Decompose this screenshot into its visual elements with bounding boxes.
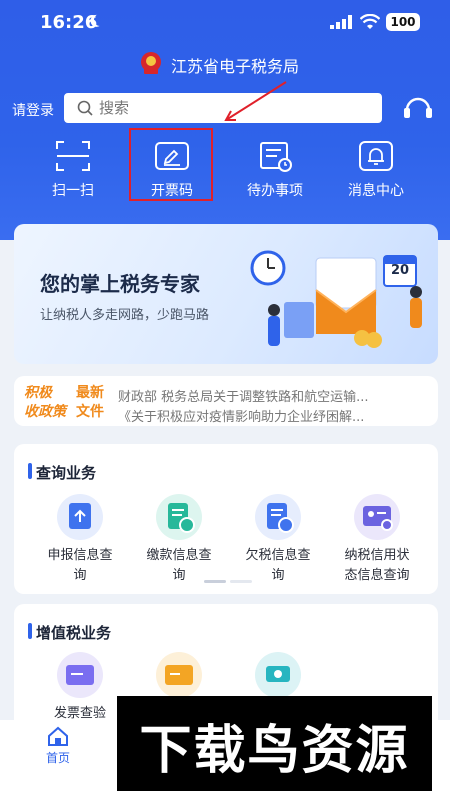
quick-scan[interactable]: 扫一扫 bbox=[23, 140, 123, 200]
promo-banner[interactable]: 您的掌上税务专家 让纳税人多走网路，少跑马路 20 bbox=[14, 224, 438, 364]
banner-subtitle: 让纳税人多走网路，少跑马路 bbox=[40, 308, 210, 323]
invoice-ticket-icon bbox=[156, 652, 202, 698]
query-section-title: 查询业务 bbox=[36, 464, 97, 482]
todo-icon bbox=[260, 142, 292, 172]
quick-scan-label: 扫一扫 bbox=[52, 183, 94, 199]
latest-tag-line2: 文件 bbox=[76, 404, 104, 420]
tab-home[interactable]: 首页 bbox=[38, 726, 78, 766]
tax-illustration bbox=[250, 250, 422, 348]
service-payment-query[interactable]: 缴款信息查 询 bbox=[129, 494, 229, 586]
service-credit-query[interactable]: 纳税信用状 态信息查询 bbox=[327, 494, 427, 586]
quick-actions: 扫一扫 开票码 待办事项 消息中心 bbox=[0, 140, 450, 210]
tab-home-label: 首页 bbox=[45, 751, 70, 765]
vat-section-title: 增值税业务 bbox=[36, 624, 112, 642]
service-invoice-check[interactable]: 发票查验 bbox=[30, 652, 130, 724]
bell-icon bbox=[359, 141, 393, 171]
calendar-number: 20 bbox=[391, 263, 410, 278]
news-item[interactable]: 财政部 税务总局关于调整铁路和航空运输... bbox=[118, 386, 428, 405]
carousel-indicator bbox=[204, 580, 252, 583]
watermark-text: 下载鸟资源 bbox=[139, 721, 410, 781]
home-icon bbox=[48, 726, 68, 746]
quick-todo-label: 待办事项 bbox=[247, 183, 303, 199]
credit-card-icon bbox=[354, 494, 400, 540]
service-label-line2: 态信息查询 bbox=[344, 568, 410, 583]
query-section: 查询业务 申报信息查 询 缴款信息查 询 欠税信息查 询 纳税信用状 态信息查询 bbox=[14, 444, 438, 594]
quick-messages[interactable]: 消息中心 bbox=[326, 140, 426, 200]
policy-tag-line1: 积极 bbox=[24, 385, 52, 401]
quick-todo[interactable]: 待办事项 bbox=[225, 140, 325, 200]
arrears-doc-icon bbox=[255, 494, 301, 540]
ticket-icon bbox=[255, 652, 301, 698]
service-arrears-query[interactable]: 欠税信息查 询 bbox=[228, 494, 328, 586]
watermark: 下载鸟资源 bbox=[117, 696, 432, 791]
quick-messages-label: 消息中心 bbox=[348, 183, 404, 199]
policy-tag: 积极 收政策 bbox=[24, 384, 66, 422]
service-label-line1: 申报信息查 bbox=[47, 548, 113, 563]
latest-tag: 最新 文件 bbox=[76, 384, 104, 422]
annotation-highlight-box bbox=[129, 128, 213, 201]
section-accent-bar bbox=[28, 463, 32, 479]
invoice-check-icon bbox=[57, 652, 103, 698]
section-accent-bar bbox=[28, 623, 32, 639]
news-ticker[interactable]: 积极 收政策 最新 文件 财政部 税务总局关于调整铁路和航空运输... 《关于积… bbox=[14, 376, 438, 426]
upload-doc-icon bbox=[57, 494, 103, 540]
service-declaration-query[interactable]: 申报信息查 询 bbox=[30, 494, 130, 586]
scan-icon bbox=[56, 141, 90, 171]
news-item[interactable]: 《关于积极应对疫情影响助力企业纾困解... bbox=[118, 406, 428, 425]
policy-tag-line2: 收政策 bbox=[24, 404, 66, 420]
service-label-line1: 缴款信息查 bbox=[146, 548, 212, 563]
service-label-line1: 欠税信息查 bbox=[245, 548, 311, 563]
banner-title: 您的掌上税务专家 bbox=[40, 272, 200, 296]
service-label-line2: 询 bbox=[73, 568, 87, 583]
service-label-line1: 纳税信用状 bbox=[344, 548, 410, 563]
payment-doc-icon bbox=[156, 494, 202, 540]
latest-tag-line1: 最新 bbox=[76, 385, 104, 401]
service-label-line2: 询 bbox=[172, 568, 186, 583]
service-label-line2: 询 bbox=[271, 568, 285, 583]
